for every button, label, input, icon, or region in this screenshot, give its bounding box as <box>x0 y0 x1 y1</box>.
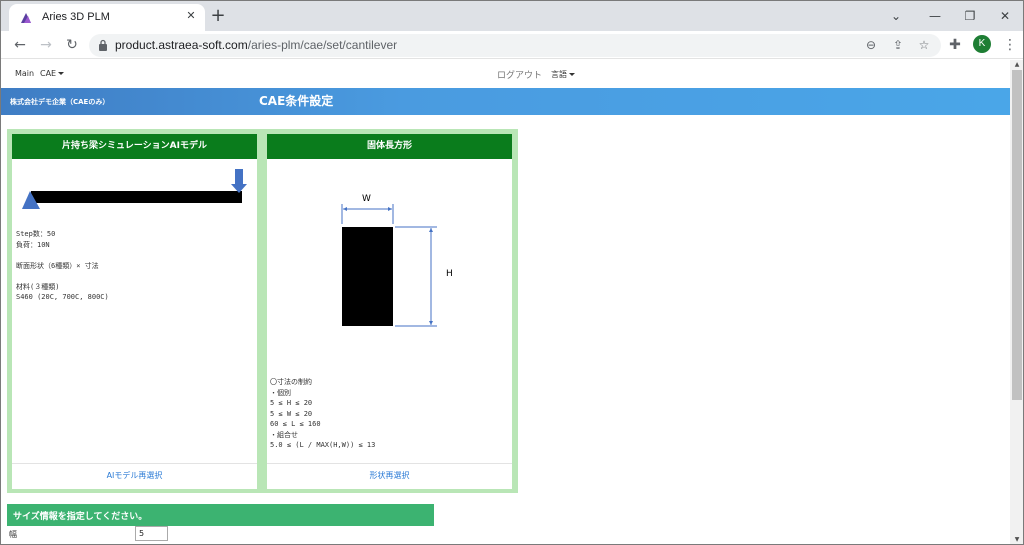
page-content: Main CAE ログアウト 言語 株式会社デモ企業（CAEのみ） CAE条件設… <box>1 60 1010 544</box>
menu-icon[interactable]: ⋮ <box>1001 36 1019 54</box>
model-info: Step数：50 負荷：10N 断面形状（6種類）× 寸法 材料(３種類) S4… <box>16 230 109 301</box>
share-icon[interactable]: ⇪ <box>890 37 906 53</box>
page-title: CAE条件設定 <box>259 94 334 108</box>
width-field-label: 幅 <box>9 530 17 539</box>
lock-icon <box>99 39 107 51</box>
extensions-icon[interactable]: ✚ <box>946 36 964 54</box>
scroll-down-icon[interactable]: ▼ <box>1012 536 1022 544</box>
reselect-model-link[interactable]: AIモデル再選択 <box>12 463 257 489</box>
size-section-title: サイズ情報を指定してください。 <box>13 512 148 522</box>
nav-language-dropdown[interactable]: 言語 <box>551 69 575 80</box>
restore-icon[interactable]: ❐ <box>961 7 979 25</box>
zoom-icon[interactable]: ⊖ <box>863 37 879 53</box>
browser-window: Aries 3D PLM ✕ + ⌄ — ❐ ✕ ← → ↻ product.a… <box>0 0 1024 545</box>
reload-icon[interactable]: ↻ <box>63 36 81 54</box>
tab-title: Aries 3D PLM <box>42 11 110 23</box>
browser-toolbar: ← → ↻ product.astraea-soft.com/aries-plm… <box>1 31 1023 59</box>
profile-avatar[interactable]: K <box>973 35 991 53</box>
nav-main[interactable]: Main <box>15 69 34 78</box>
size-section-header: サイズ情報を指定してください。 <box>7 504 434 526</box>
nav-logout[interactable]: ログアウト <box>497 68 542 81</box>
dimension-constraints: 〇寸法の制約 ・個別 5 ≤ H ≤ 20 5 ≤ W ≤ 20 60 ≤ L … <box>270 378 376 449</box>
page-scrollbar[interactable]: ▲ ▼ <box>1010 60 1023 544</box>
header-banner: 株式会社デモ企業（CAEのみ） CAE条件設定 <box>1 88 1010 115</box>
top-nav: Main CAE ログアウト 言語 <box>1 60 1010 87</box>
width-input[interactable]: 5 <box>135 526 168 541</box>
caret-down-icon <box>569 73 575 76</box>
rectangle-section <box>342 227 393 326</box>
tab-close-icon[interactable]: ✕ <box>184 9 198 23</box>
back-icon[interactable]: ← <box>11 36 29 54</box>
width-dimension-label: W <box>362 194 371 204</box>
caret-down-icon <box>58 72 65 75</box>
shape-card-header: 固体長方形 <box>267 134 512 159</box>
forward-icon[interactable]: → <box>37 36 55 54</box>
company-name: 株式会社デモ企業（CAEのみ） <box>10 98 110 106</box>
address-bar[interactable]: product.astraea-soft.com/aries-plm/cae/s… <box>89 34 941 57</box>
load-arrow-icon <box>235 169 243 185</box>
browser-tab[interactable]: Aries 3D PLM ✕ <box>9 4 205 31</box>
minimize-icon[interactable]: — <box>926 7 944 25</box>
shape-card: 固体長方形 W H 〇寸法の制約 ・個別 5 ≤ H ≤ 20 5 ≤ W ≤ … <box>267 134 512 489</box>
tab-search-icon[interactable]: ⌄ <box>887 7 905 25</box>
url-text: product.astraea-soft.com/aries-plm/cae/s… <box>115 38 398 52</box>
scroll-thumb[interactable] <box>1012 70 1022 400</box>
beam <box>31 191 242 203</box>
model-card: 片持ち梁シミュレーションAIモデル Step数：50 負荷：10N 断面形状（6… <box>12 134 257 489</box>
model-card-header: 片持ち梁シミュレーションAIモデル <box>12 134 257 159</box>
selection-cards: 片持ち梁シミュレーションAIモデル Step数：50 負荷：10N 断面形状（6… <box>7 129 518 493</box>
reselect-shape-link[interactable]: 形状再選択 <box>267 463 512 489</box>
aries-logo-icon <box>21 13 31 23</box>
nav-cae-dropdown[interactable]: CAE <box>40 69 65 78</box>
scroll-up-icon[interactable]: ▲ <box>1012 61 1022 69</box>
tab-strip: Aries 3D PLM ✕ + ⌄ — ❐ ✕ <box>1 1 1023 31</box>
close-window-icon[interactable]: ✕ <box>996 7 1014 25</box>
rectangle-section-diagram <box>341 204 437 327</box>
height-dimension-label: H <box>446 269 453 279</box>
new-tab-icon[interactable]: + <box>209 7 227 25</box>
cantilever-diagram <box>22 169 247 209</box>
bookmark-star-icon[interactable]: ☆ <box>916 37 932 53</box>
